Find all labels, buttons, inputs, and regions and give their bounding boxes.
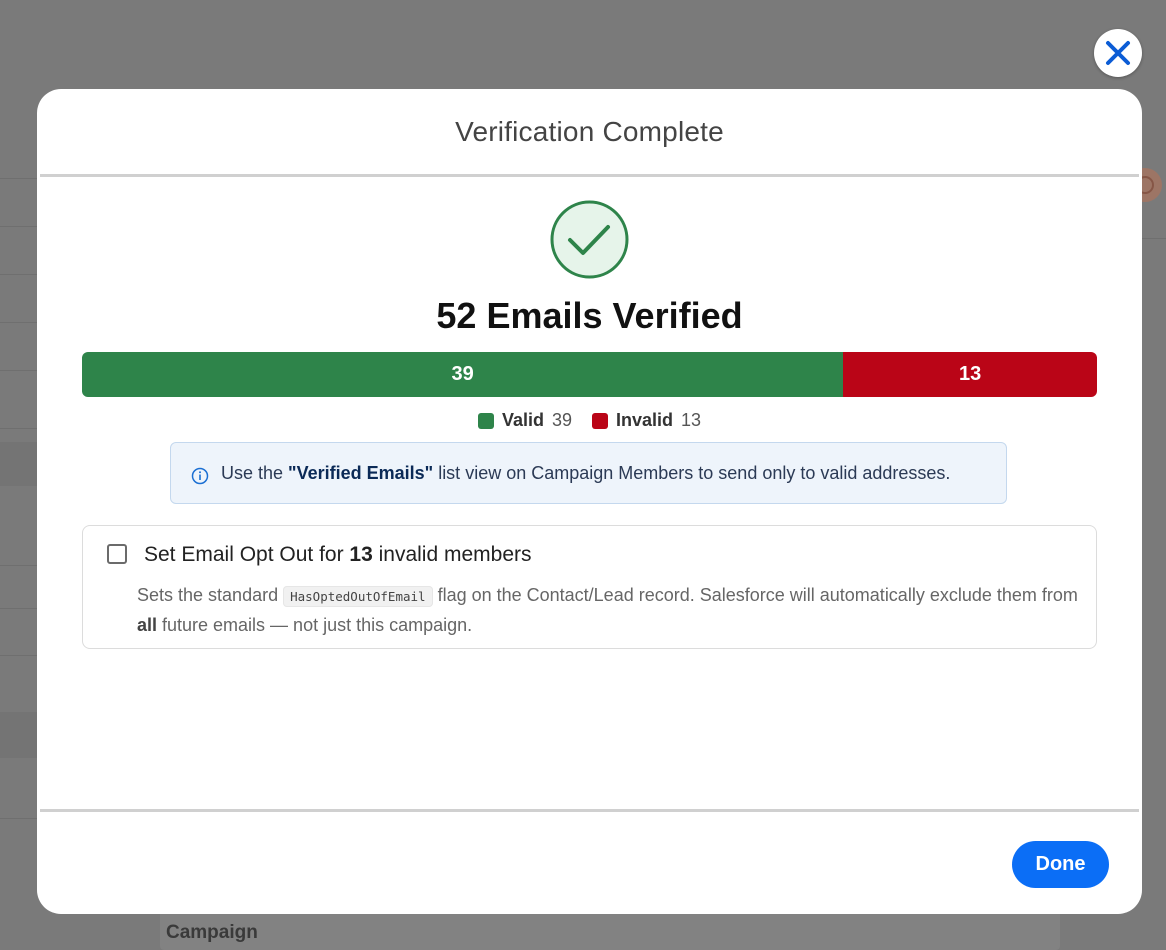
background-campaign-label: Campaign <box>166 922 258 943</box>
info-banner: Use the "Verified Emails" list view on C… <box>170 442 1007 504</box>
invalid-segment-count: 13 <box>959 363 982 385</box>
field-api-name: HasOptedOutOfEmail <box>283 586 433 607</box>
done-button[interactable]: Done <box>1012 841 1109 888</box>
legend-item-valid: Valid 39 <box>477 410 572 431</box>
legend-invalid-count: 13 <box>681 410 702 430</box>
legend-valid-count: 39 <box>551 410 572 430</box>
info-text-prefix: Use the <box>221 462 289 483</box>
modal-title: Verification Complete <box>455 115 724 147</box>
close-button[interactable] <box>1094 29 1142 77</box>
opt-out-label-suffix: invalid members <box>372 543 532 566</box>
opt-out-desc-middle: flag on the Contact/Lead record. Salesfo… <box>432 585 1078 605</box>
email-opt-out-card: Set Email Opt Out for 13 invalid members… <box>82 525 1097 649</box>
opt-out-description: Sets the standard HasOptedOutOfEmail fla… <box>137 581 1082 639</box>
verification-progress-bar: 39 13 <box>82 352 1097 397</box>
opt-out-desc-prefix: Sets the standard <box>137 585 284 605</box>
invalid-segment: 13 <box>843 352 1097 397</box>
valid-segment: 39 <box>82 352 844 397</box>
modal-header: Verification Complete <box>40 89 1139 177</box>
legend-valid-label: Valid <box>501 410 544 430</box>
valid-swatch <box>477 412 494 429</box>
info-text: Use the "Verified Emails" list view on C… <box>221 463 950 484</box>
check-circle-icon <box>550 200 629 279</box>
legend-invalid-label: Invalid <box>616 410 674 430</box>
close-icon <box>1106 41 1130 65</box>
verified-emails-listview-name: "Verified Emails" <box>288 462 434 483</box>
opt-out-desc-suffix: future emails — not just this campaign. <box>157 615 473 635</box>
legend: Valid 39 Invalid 13 <box>82 410 1097 431</box>
background-band <box>0 712 40 758</box>
background-divider <box>1142 238 1166 239</box>
info-text-suffix: list view on Campaign Members to send on… <box>433 462 951 483</box>
valid-segment-count: 39 <box>451 363 474 385</box>
invalid-swatch <box>592 412 608 429</box>
opt-out-invalid-count: 13 <box>349 543 373 566</box>
info-icon <box>191 467 209 485</box>
verified-count-heading: 52 Emails Verified <box>436 295 743 336</box>
verification-modal: Verification Complete 52 Emails Verified… <box>37 89 1142 914</box>
footer-divider <box>40 809 1139 812</box>
opt-out-label[interactable]: Set Email Opt Out for 13 invalid members <box>144 543 532 567</box>
legend-item-invalid: Invalid 13 <box>592 410 701 431</box>
opt-out-checkbox[interactable] <box>107 544 127 564</box>
opt-out-label-prefix: Set Email Opt Out for <box>144 543 350 566</box>
background-band <box>0 442 40 486</box>
opt-out-desc-bold: all <box>137 615 158 635</box>
